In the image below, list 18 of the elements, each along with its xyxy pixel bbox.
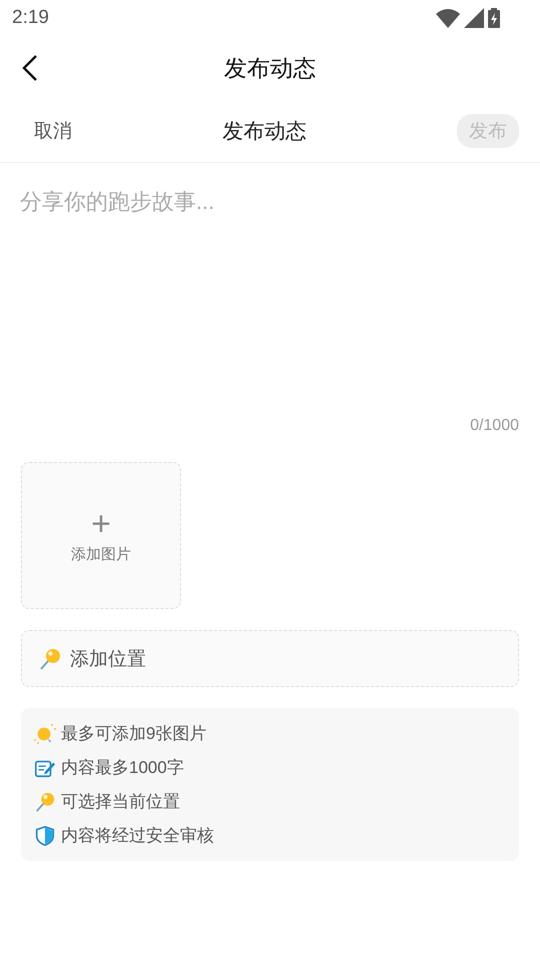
tip-text: 内容最多1000字 <box>61 757 184 779</box>
signal-icon <box>464 8 484 28</box>
lightbulb-icon <box>34 722 56 744</box>
pin-icon <box>34 790 56 812</box>
toolbar-title: 发布动态 <box>222 119 306 145</box>
wifi-icon <box>436 8 460 28</box>
page-title: 发布动态 <box>224 54 316 82</box>
tip-text: 内容将经过安全审核 <box>61 825 214 847</box>
character-counter: 0/1000 <box>470 417 519 435</box>
cancel-button[interactable]: 取消 <box>34 118 72 144</box>
add-image-button[interactable]: + 添加图片 <box>21 462 181 609</box>
tip-text: 最多可添加9张图片 <box>61 723 206 745</box>
battery-icon <box>488 8 500 28</box>
pin-icon <box>38 646 62 670</box>
tip-text: 可选择当前位置 <box>61 791 180 813</box>
status-time: 2:19 <box>12 7 49 29</box>
shield-icon <box>34 824 56 846</box>
add-location-button[interactable]: 添加位置 <box>21 630 519 687</box>
